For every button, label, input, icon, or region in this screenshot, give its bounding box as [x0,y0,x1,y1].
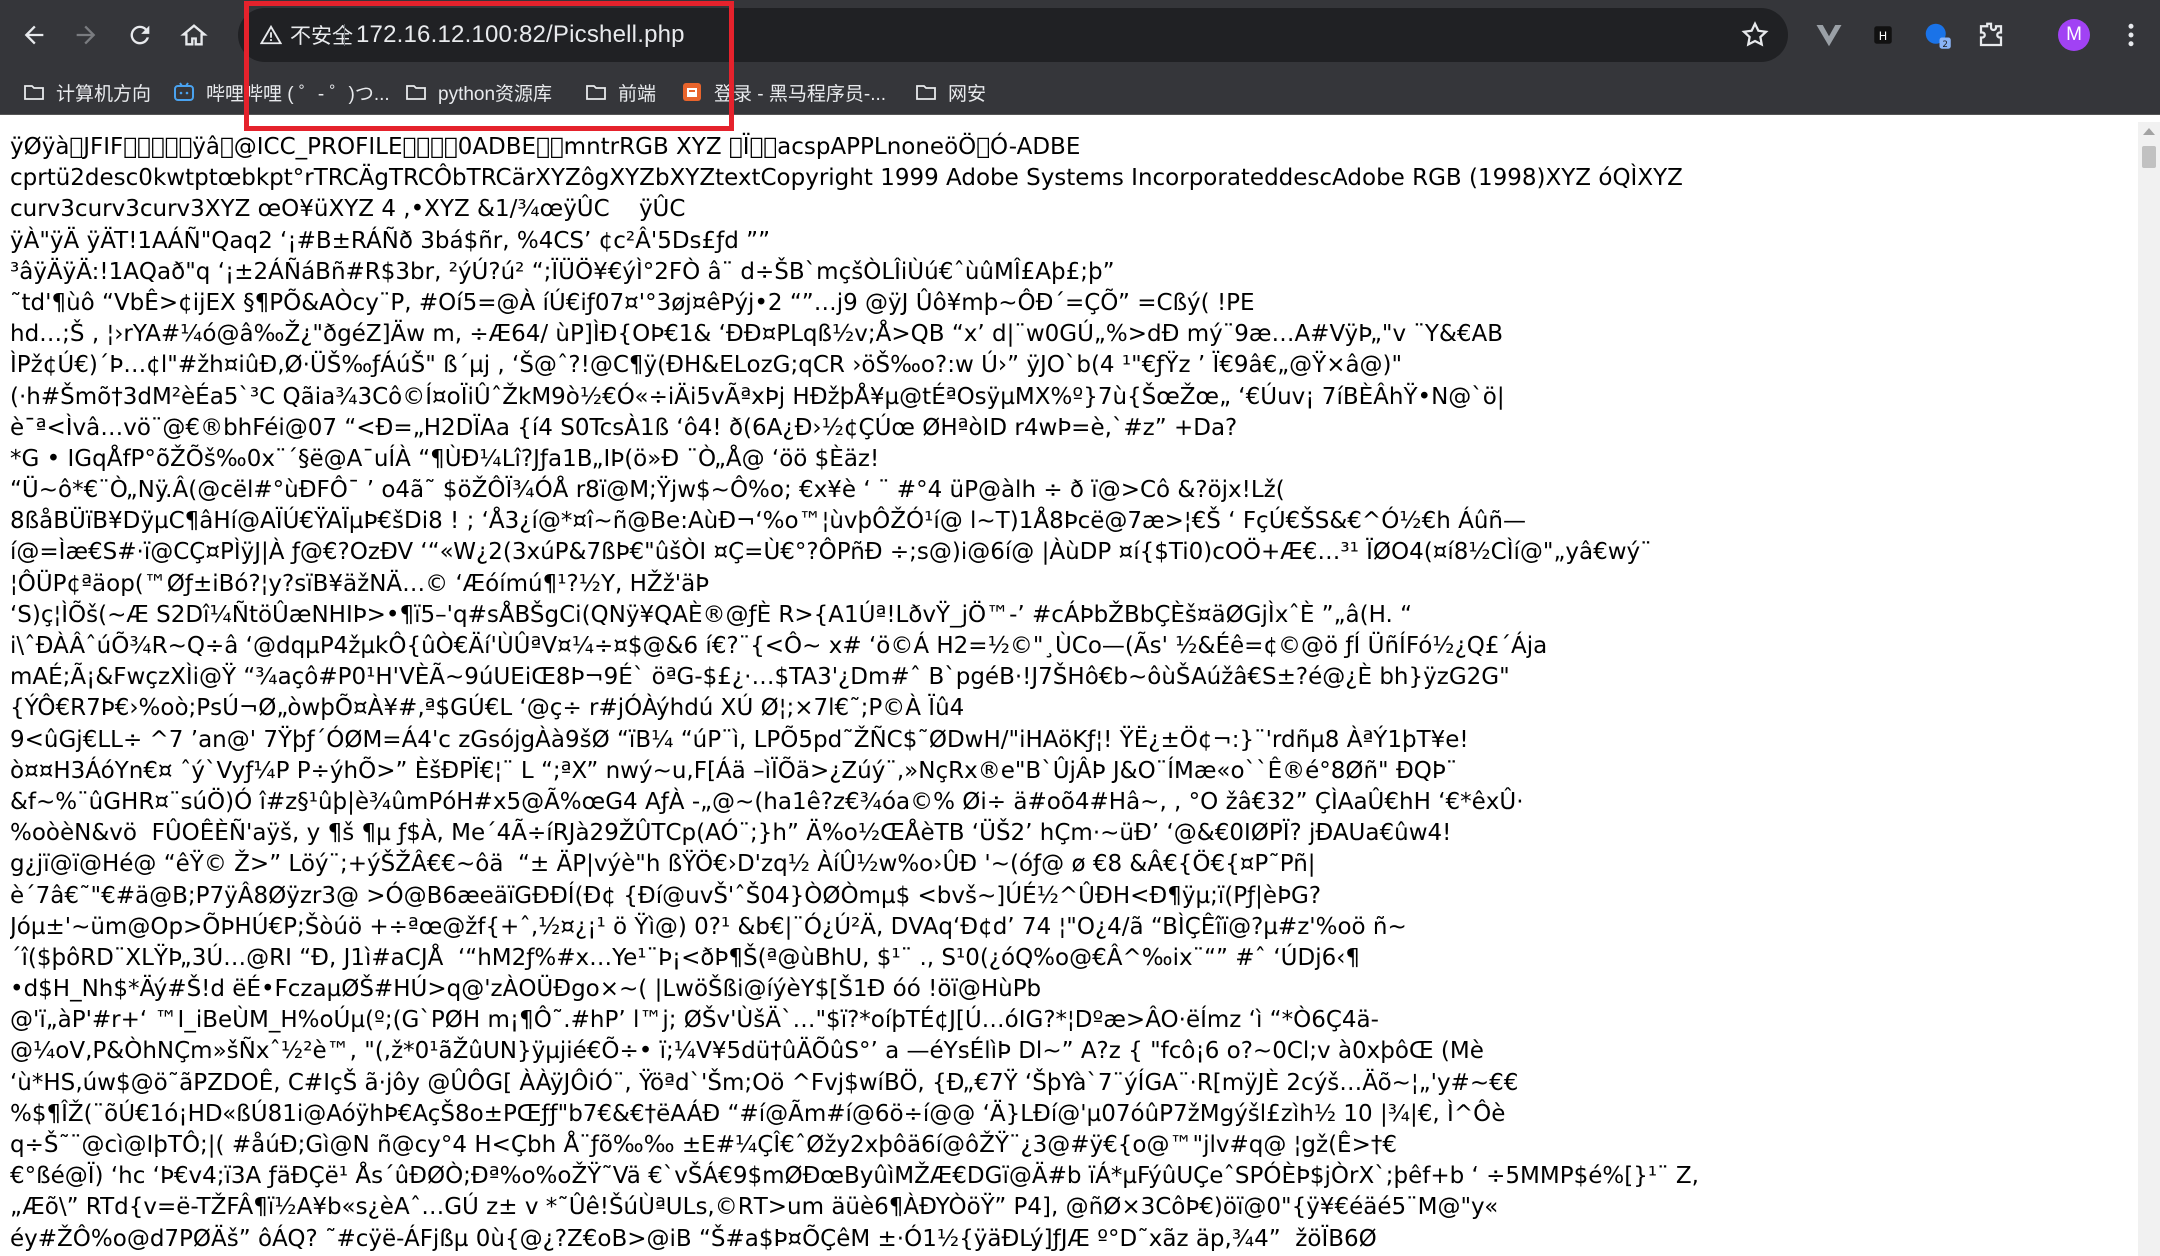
folder-icon [404,80,428,104]
content-line: @¼oV,P&ÒhNÇm»šÑxˆ½²è™, "(,ž*0¹ã… [10,1036,2120,1067]
content-line: cprtü2desc 0kwtptœbkpt°rTRCÄgTRC… [10,163,2120,194]
site-favicon-icon [680,80,704,104]
content-line: „Æõ\” RTd{v=ë-TŽFÂ¶ï½A¥b«s¿èAˆ…GÚ z± … [10,1192,2120,1223]
puzzle-icon [1976,20,2006,50]
content-line: •d$H_Nh$*Äý#Š!d ëÉ•FczaµØŠ#HÚ>… [10,974,2120,1005]
content-line: ÌPž¢Ú€)´Þ…¢l"#žh¤iûÐ‚Ø·ÜŠ‰ƒÁúŠ"… [10,350,2120,381]
svg-text:2: 2 [1942,40,1948,50]
content-line: ˜td'¶ùô “VbÊ>¢ijEX §¶PÕ&AÒcy¨P, #O… [10,288,2120,319]
bookmark-label: 登录 - 黑马程序员-... [714,79,886,106]
security-indicator[interactable]: 不安全 [250,17,367,53]
content-line: í@=Ìæ€S#·ï@CÇ¤PÌÿJ|À ƒ@€?OzÐV ‘“«W… [10,537,2120,568]
content-line: €°ßé@Ï) ‘hc ‘Þ€v4;ï3A ƒäÐÇë¹ Å… [10,1161,2120,1192]
vertical-scrollbar[interactable] [2138,122,2160,1256]
content-line: curv3curv3curv3XYZ œO¥üXYZ 4 ,… [10,194,2120,225]
content-line: ÿØÿà JFIF   ÿâ@ICC_PROFILE  0ADBE… [10,132,2120,163]
bookmark-item[interactable]: 哔哩哔哩 ( ゜- ゜)つ... [164,74,398,110]
content-line: *G • IGqÅfP°õŽÕš‰0x¨´§ë… [10,444,2120,475]
content-line: è´7â€˜"€#ä@B;P7ÿÂ8Øÿzr3@ >Ó@B6æeäï… [10,881,2120,912]
extension-square-icon: H [1868,20,1898,50]
address-bar[interactable]: 不安全 172.16.12.100:82/Picshell.php [238,8,1788,62]
scrollbar-thumb[interactable] [2142,146,2156,168]
arrow-right-icon [72,21,100,49]
content-line: ‘ù*HS‚úw$@ö˜ãPZDOÊ, C#IçŠ ã·j… [10,1068,2120,1099]
extension-cube-icon: 2 [1922,20,1952,50]
content-line: &f~%¨ûGHR¤¨súÖ)Ó î#z§¹ûþ|è¾ûmPóH… [10,787,2120,818]
browser-toolbar: 不安全 172.16.12.100:82/Picshell.php H 2 M [0,0,2160,70]
more-vertical-icon [2116,20,2146,50]
content-line: 9<ûGj€LL÷ ^7 ’an@' 7Ÿþƒ´ÓØM=Á4'c… [10,725,2120,756]
folder-icon [584,80,608,104]
content-line: (·h#Šmõ†3dM²èÉa5`³C Qãia¾3Cô©Í¤oÏiÛ… [10,382,2120,413]
content-line: “Ü~ô*€¨Ò„Nÿ.Â(@cël#°ùÐFÔ¯ ’ o4ã… [10,475,2120,506]
bookmark-label: 哔哩哔哩 ( ゜- ゜)つ... [206,79,390,106]
content-line: hd…;Š , ¦›rYA#¼ó@â‰Ž¿"ðgéZ]Äw m, … [10,319,2120,350]
svg-text:H: H [1879,30,1887,43]
content-line: %$¶ÎŽ(¨õÚ€1ó¡HD«ßÚ81i@AóÿhÞ€Aç… [10,1099,2120,1130]
extensions-button[interactable] [1970,14,2012,56]
back-button[interactable] [14,15,54,55]
content-line: mAÉ;Ã¡&FwçzXÌi@Ÿ “¾açô#P0¹H'VÈÃ~… [10,662,2120,693]
content-line: Jóµ±'~üm@Op>ÕÞHÚ€P;Šòúö +÷ªœ@žf{+ˆ,… [10,912,2120,943]
url-text[interactable]: 172.16.12.100:82/Picshell.php [356,8,685,62]
bookmark-item[interactable]: python资源库 [396,74,560,110]
content-line: ¦ÔÜP¢ªäop(™Øƒ±iBó?¦y?sïB¥äžNÄ…© ‘Æ… [10,569,2120,600]
reload-button[interactable] [120,15,160,55]
bookmark-item[interactable]: 前端 [576,74,664,110]
content-line: ÿÀ"ÿÄ  ÿÄT… [10,226,2120,257]
extension-cube-button[interactable]: 2 [1916,14,1958,56]
folder-icon [914,80,938,104]
content-line: ‘S)ç¦ÌÕš(~Æ S2Dî¼ÑtöÛæNHIÞ>•¶ï… [10,600,2120,631]
bookmark-star-icon[interactable] [1740,20,1770,50]
vue-devtools-icon [1814,20,1844,50]
bookmark-item[interactable]: 登录 - 黑马程序员-... [672,74,894,110]
scroll-up-arrow-icon[interactable] [2143,128,2155,135]
content-line: è¯ª<Ìvâ…vö¨@€®bhFéi@07 “<Ð=„H2DÏ… [10,413,2120,444]
content-line: i\ˆÐÀÂˆúÕ¾R~Q÷â ‘@dqµP4žµkÔ{ûÒ€Äí'ÙÛ… [10,631,2120,662]
bookmark-item[interactable]: 计算机方向 [14,74,159,110]
content-line: 8ßåBÜïB¥DÿµC¶âHí@AÏÚ€ŸAÏµÞ€šDi8 ! … [10,506,2120,537]
raw-image-bytes-text: ÿØÿà JFIF   ÿâ@ICC_PROFILE  0ADBE… [10,132,2120,1252]
bookmark-item[interactable]: 网安 [906,74,994,110]
bookmark-label: 计算机方向 [56,79,151,106]
extension-v-button[interactable] [1808,14,1850,56]
page-divider [0,114,2160,115]
profile-avatar[interactable]: M [2058,19,2090,51]
browser-menu-button[interactable] [2110,14,2152,56]
bookmarks-bar: 计算机方向 哔哩哔哩 ( ゜- ゜)つ... python资源库 前端 登录 -… [0,70,2160,114]
content-line: ò¤¤H3ÁóYn€¤ ˆý`Vyƒ¼P P÷ýhÕ>” ÈšÐP… [10,756,2120,787]
folder-icon [22,80,46,104]
content-line: %oòèN&vö  FÛOÊÈÑ'aÿš, y ¶š ¶µ … [10,818,2120,849]
warning-triangle-icon [260,24,282,46]
bookmark-label: 前端 [618,79,656,106]
content-line: q÷Š˜¨@cì@IþTÔ;|( #åúÐ;Gì@N ñ@cy… [10,1130,2120,1161]
bilibili-icon [172,80,196,104]
forward-button[interactable] [66,15,106,55]
home-icon [180,21,208,49]
home-button[interactable] [174,15,214,55]
content-line: g¿jï@ï@Hé@ “êŸ© Ž>” Löý¨;+ýŠŽ… [10,849,2120,880]
extension-hw-button[interactable]: H [1862,14,1904,56]
arrow-left-icon [20,21,48,49]
content-line: {ÝÔ€R7Þ€›%oò;PsÚ¬Ø„òwþÕ¤À¥#‚ª$GÚ€… [10,693,2120,724]
content-line: ´î($þôRD¨XLŸÞ„3Ú…@RI “Ð, J1ì#a… [10,943,2120,974]
reload-icon [126,21,154,49]
content-line: éy#ŽÔ%o@d7PØÄš” ôÁQ? ˜#cÿë-ÁFjßµ 0ù… [10,1224,2120,1252]
bookmark-label: python资源库 [438,79,552,106]
content-line: @'ï„àP'#r+‘ ™I_iBeÙM_H%oÚµ(º;(G`P… [10,1005,2120,1036]
content-line: ³âÿÄ ÿÄ:… [10,257,2120,288]
bookmark-label: 网安 [948,79,986,106]
divider [344,24,345,46]
